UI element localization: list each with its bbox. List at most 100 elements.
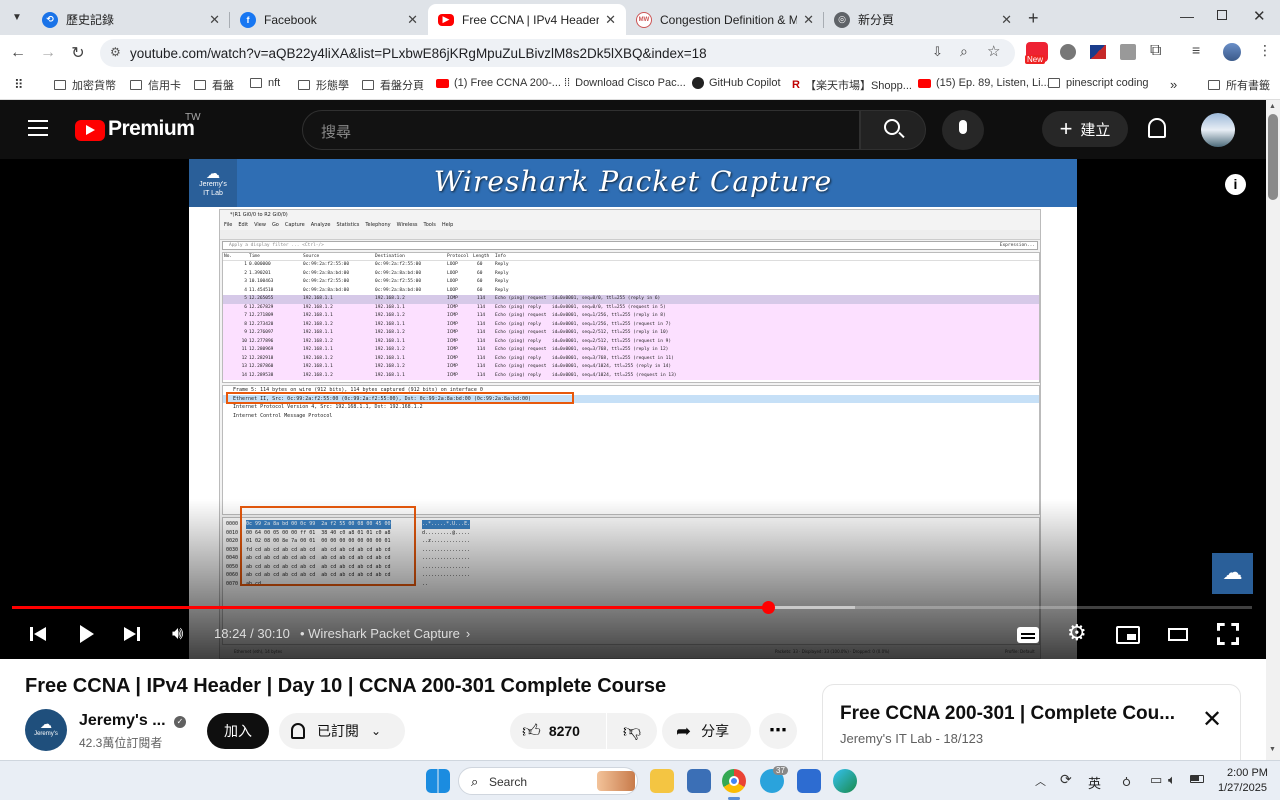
extension-flag-icon[interactable] [1090, 45, 1106, 59]
ws-menu-item[interactable]: Help [442, 221, 453, 230]
play-button[interactable] [80, 625, 94, 643]
search-input[interactable]: 搜尋 [321, 121, 351, 142]
ws-menu-item[interactable]: Statistics [336, 221, 359, 230]
install-icon[interactable]: ⇩ [932, 44, 943, 60]
ws-packet-row[interactable]: 7 12.271809 192.168.1.1 192.168.1.2 ICMP 114 E… [223, 312, 1039, 321]
user-avatar[interactable] [1201, 113, 1235, 147]
bookmark-morphology[interactable]: 形態學 [298, 77, 349, 93]
previous-button[interactable] [30, 625, 48, 643]
taskbar-search[interactable]: ⌕ Search [458, 767, 638, 795]
ws-menu-item[interactable]: Edit [238, 221, 248, 230]
progress-bar[interactable] [12, 601, 1252, 614]
clock-date[interactable]: 1/27/2025 [1218, 782, 1267, 794]
ws-packet-row[interactable]: 8 12.273420 192.168.1.2 192.168.1.1 ICMP 114 E… [223, 320, 1039, 329]
bookmark-cisco[interactable]: ⁞⁞ Download Cisco Pac... [564, 77, 686, 89]
bookmark-creditcard[interactable]: 信用卡 [130, 77, 181, 93]
bookmark-ep89[interactable]: (15) Ep. 89, Listen, Li... [918, 77, 1050, 89]
theater-mode-icon[interactable] [1168, 628, 1188, 641]
ws-filter-bar[interactable]: Apply a display filter ... <Ctrl-/> Expr… [222, 241, 1038, 250]
speaker-icon[interactable]: 🔈︎ [1168, 772, 1176, 788]
ws-column-header[interactable]: Time [249, 253, 260, 261]
bookmark-pinescript[interactable]: pinescript coding [1048, 77, 1149, 89]
bookmark-watch-tabs[interactable]: 看盤分頁 [362, 77, 424, 93]
chrome-icon[interactable] [722, 769, 746, 793]
network-icon[interactable]: ▭ [1150, 772, 1162, 788]
edge-icon[interactable] [833, 769, 857, 793]
tab-history[interactable]: ⟲ 歷史記錄 ✕ [32, 4, 230, 35]
clock-time[interactable]: 2:00 PM [1227, 767, 1268, 779]
all-bookmarks[interactable]: 所有書籤 [1208, 77, 1270, 93]
channel-watermark[interactable]: ☁ [1212, 553, 1253, 594]
ws-menu-item[interactable]: View [254, 221, 266, 230]
url-text[interactable]: youtube.com/watch?v=aQB22y4liXA&list=PLx… [130, 46, 707, 61]
subscribed-button[interactable]: 已訂閱 ⌄ [279, 713, 405, 749]
ws-packet-row[interactable]: 14 12.289538 192.168.1.2 192.168.1.1 ICMP 114… [223, 371, 1039, 380]
ws-packet-list[interactable]: No. Time Source Destination Protocol Length In… [222, 252, 1040, 383]
ws-column-header[interactable]: Protocol [447, 253, 469, 261]
hamburger-menu-icon[interactable] [28, 120, 48, 136]
ws-detail-line[interactable]: Internet Protocol Version 4, Src: 192.16… [223, 403, 1039, 412]
ws-column-header[interactable]: Length [473, 253, 489, 261]
ws-menu-item[interactable]: Go [272, 221, 279, 230]
bookmark-crypto[interactable]: 加密貨幣 [54, 77, 116, 93]
close-tab-icon[interactable]: ✕ [407, 12, 418, 28]
reload-button[interactable]: ↻ [66, 41, 90, 65]
ws-packet-row[interactable]: 12 12.282918 192.168.1.2 192.168.1.1 ICMP 114… [223, 354, 1039, 363]
ws-packet-row[interactable]: 13 12.287860 192.168.1.1 192.168.1.2 ICMP 114… [223, 363, 1039, 372]
share-button[interactable]: ➦ 分享 [662, 713, 751, 749]
extension-icon[interactable] [1060, 44, 1076, 60]
minimize-button[interactable]: — [1180, 8, 1194, 24]
playlist-title[interactable]: Free CCNA 200-301 | Complete Cou... [840, 703, 1175, 725]
tab-youtube[interactable]: ▶ Free CCNA | IPv4 Header | Day 1 ✕ [428, 4, 626, 35]
volume-icon[interactable]: 🔊︎ [172, 623, 183, 644]
ws-column-header[interactable]: Destination [375, 253, 405, 261]
ws-menu-item[interactable]: Capture [285, 221, 305, 230]
more-actions-button[interactable]: ⋯ [759, 713, 797, 749]
search-box[interactable]: 搜尋 [302, 110, 860, 150]
close-tab-icon[interactable]: ✕ [1001, 12, 1012, 28]
ws-detail-line[interactable]: Internet Control Message Protocol [223, 412, 1039, 421]
join-button[interactable]: 加入 [207, 713, 269, 749]
ws-packet-row[interactable]: 6 12.267829 192.168.1.2 192.168.1.1 ICMP 114 E… [223, 303, 1039, 312]
voice-search-button[interactable] [942, 110, 984, 150]
extensions-puzzle-icon[interactable]: ⧉ [1150, 42, 1161, 60]
ws-packet-row[interactable]: 3 10.100463 0c:99:2a:f2:55:00 0c:99:2a:f2:5… [223, 278, 1039, 287]
tab-new[interactable]: ◎ 新分頁 ✕ [824, 4, 1022, 35]
site-info-icon[interactable]: ⚙ [110, 45, 121, 59]
extension-icon[interactable] [1120, 44, 1136, 60]
create-button[interactable]: + 建立 [1042, 111, 1128, 147]
youtube-premium-logo[interactable]: Premium [108, 117, 195, 141]
ws-column-header[interactable]: Info [495, 253, 506, 261]
tab-search-button[interactable]: ▼ [6, 7, 28, 27]
next-button[interactable] [124, 625, 142, 643]
ws-menu-item[interactable]: Telephony [365, 221, 390, 230]
file-explorer-icon[interactable] [650, 769, 674, 793]
scroll-up-arrow[interactable]: ▲ [1269, 103, 1276, 110]
back-button[interactable]: ← [6, 41, 30, 65]
scroll-down-arrow[interactable]: ▼ [1269, 746, 1276, 753]
info-icon[interactable]: i [1225, 174, 1246, 195]
page-scrollbar[interactable]: ▲ ▼ [1266, 100, 1280, 760]
scrollbar-thumb[interactable] [1268, 114, 1278, 200]
ws-column-header[interactable]: Source [303, 253, 319, 261]
settings-gear-icon[interactable]: ⚙ [1067, 620, 1087, 646]
media-control-icon[interactable]: ≡ [1192, 42, 1200, 58]
ws-column-header[interactable]: No. [224, 253, 232, 261]
ws-packet-row[interactable]: 9 12.276097 192.168.1.1 192.168.1.2 ICMP 114 E… [223, 329, 1039, 338]
address-bar[interactable]: ⚙ youtube.com/watch?v=aQB22y4liXA&list=P… [100, 39, 1015, 67]
ws-menu-item[interactable]: Analyze [311, 221, 331, 230]
ws-packet-row[interactable]: 11 12.280969 192.168.1.1 192.168.1.2 ICMP 114… [223, 346, 1039, 355]
bookmark-watch[interactable]: 看盤 [194, 77, 234, 93]
more-bookmarks-chevron[interactable]: » [1170, 77, 1177, 92]
battery-icon[interactable] [1190, 775, 1204, 783]
windows-start-icon[interactable] [426, 769, 450, 793]
bookmark-rakuten[interactable]: R 【楽天市場】Shopp... [792, 77, 912, 93]
like-button[interactable]: 👍︎ 8270 [510, 713, 606, 749]
menu-kebab-icon[interactable]: ⋮ [1258, 42, 1272, 59]
youtube-logo-icon[interactable] [75, 120, 105, 141]
app-icon[interactable] [687, 769, 711, 793]
channel-name[interactable]: Jeremy's ... ✓ [79, 712, 186, 730]
zoom-icon[interactable]: ⌕ [960, 43, 968, 60]
bookmark-ccna[interactable]: (1) Free CCNA 200-... [436, 77, 561, 89]
close-tab-icon[interactable]: ✕ [209, 12, 220, 28]
